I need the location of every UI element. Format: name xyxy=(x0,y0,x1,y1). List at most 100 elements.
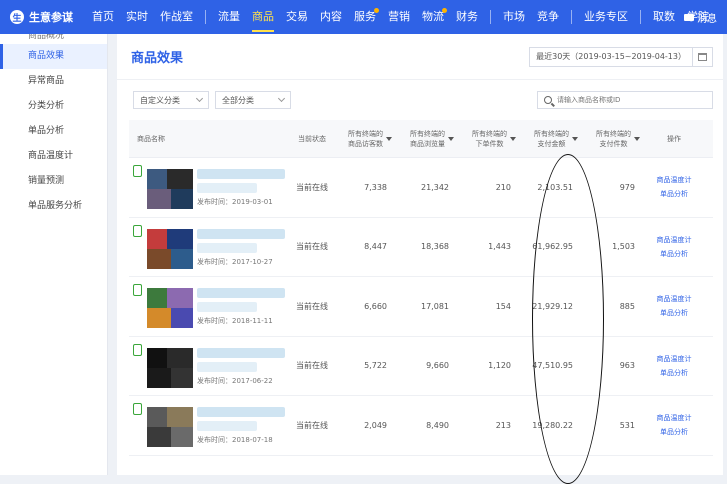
date-range-picker[interactable]: 最近30天（2019-03-15~2019-04-13） xyxy=(529,46,713,67)
sidebar-item[interactable]: 分类分析 xyxy=(0,94,107,119)
thumb-block xyxy=(147,367,171,388)
nav-item[interactable]: 实时 xyxy=(120,0,154,34)
col-paid-items[interactable]: 所有终端的 支付件数 xyxy=(587,129,649,149)
nav-item[interactable]: 首页 xyxy=(86,0,120,34)
payment-cell: 19,280.22 xyxy=(532,420,573,430)
thumb-block xyxy=(147,427,171,448)
blurred-product-title[interactable] xyxy=(197,407,285,418)
col-paid-items-line2: 支付件数 xyxy=(599,139,628,148)
nav-item[interactable]: 竞争 xyxy=(531,0,565,34)
sidebar-item[interactable]: 异常商品 xyxy=(0,69,107,94)
visitors-cell: 6,660 xyxy=(364,301,387,311)
thumb-block xyxy=(167,228,193,249)
nav-separator xyxy=(205,10,206,24)
product-thumbnail[interactable] xyxy=(147,407,193,448)
single-product-analysis-link[interactable]: 单品分析 xyxy=(660,425,688,439)
product-thermometer-link[interactable]: 商品温度计 xyxy=(657,292,692,306)
all-category-label: 全部分类 xyxy=(222,95,254,105)
col-orders-line2: 下单件数 xyxy=(475,139,504,148)
sort-icon xyxy=(510,136,516,141)
col-payment-line1: 所有终端的 xyxy=(534,129,569,138)
blurred-product-title[interactable] xyxy=(197,169,285,180)
thumb-block xyxy=(167,347,193,368)
chevron-down-icon xyxy=(195,94,204,103)
sidebar-item[interactable]: 销量预测 xyxy=(0,169,107,194)
single-product-analysis-link[interactable]: 单品分析 xyxy=(660,187,688,201)
blurred-product-title[interactable] xyxy=(197,288,285,299)
nav-item[interactable]: 营销 xyxy=(382,0,416,34)
sidebar-item[interactable]: 单品服务分析 xyxy=(0,194,107,219)
single-product-analysis-link[interactable]: 单品分析 xyxy=(660,306,688,320)
main-nav: 首页 实时 作战室 流量 商品 交易 内容 服务 营销 物流 财务 市场 竞争 业务专区 取数 学院 xyxy=(86,0,715,34)
product-thermometer-link[interactable]: 商品温度计 xyxy=(657,352,692,366)
single-product-analysis-link[interactable]: 单品分析 xyxy=(660,247,688,261)
paid-items-cell: 1,503 xyxy=(612,242,635,252)
product-cell: 发布时间：2017-10-27 xyxy=(129,218,285,277)
col-operation: 操作 xyxy=(667,134,681,143)
product-search[interactable] xyxy=(537,91,713,109)
nav-item[interactable]: 业务专区 xyxy=(578,0,634,34)
notification-dot xyxy=(374,8,379,13)
sidebar-item[interactable]: 商品效果 xyxy=(0,44,107,69)
notification-dot xyxy=(442,8,447,13)
thumb-block xyxy=(147,228,167,249)
nav-item[interactable]: 取数 xyxy=(647,0,681,34)
blurred-product-subtitle xyxy=(197,361,257,372)
sidebar-item[interactable]: 商品概况 xyxy=(0,34,107,44)
filter-bar: 自定义分类 全部分类 xyxy=(117,80,723,120)
nav-item[interactable]: 商品 xyxy=(246,0,280,34)
thumb-block xyxy=(171,189,193,210)
mobile-icon xyxy=(133,403,142,415)
col-visitors[interactable]: 所有终端的 商品访客数 xyxy=(339,129,401,149)
col-status: 当前状态 xyxy=(298,134,326,143)
nav-item[interactable]: 市场 xyxy=(497,0,531,34)
sort-icon xyxy=(634,136,640,141)
col-orders[interactable]: 所有终端的 下单件数 xyxy=(463,129,525,149)
product-cell: 发布时间：2018-07-18 xyxy=(129,396,285,455)
mobile-icon xyxy=(133,284,142,296)
col-orders-line1: 所有终端的 xyxy=(472,129,507,138)
product-info: 发布时间：2018-11-11 xyxy=(197,286,285,326)
product-thumbnail[interactable] xyxy=(147,169,193,210)
mobile-icon xyxy=(133,165,142,177)
product-thumbnail[interactable] xyxy=(147,288,193,329)
orders-cell: 1,443 xyxy=(488,242,511,252)
nav-item[interactable]: 物流 xyxy=(416,0,450,34)
thumb-block xyxy=(171,308,193,329)
col-views[interactable]: 所有终端的 商品浏览量 xyxy=(401,129,463,149)
product-thermometer-link[interactable]: 商品温度计 xyxy=(657,233,692,247)
col-payment[interactable]: 所有终端的 支付金额 xyxy=(525,129,587,149)
custom-category-select[interactable]: 自定义分类 xyxy=(133,91,209,109)
nav-item[interactable]: 流量 xyxy=(212,0,246,34)
publish-date: 发布时间：2019-03-01 xyxy=(197,198,273,207)
thumb-block xyxy=(147,308,171,329)
envelope-icon xyxy=(684,13,694,21)
product-thumbnail[interactable] xyxy=(147,228,193,269)
visitors-cell: 2,049 xyxy=(364,420,387,430)
product-cell: 发布时间：2019-03-01 xyxy=(129,158,285,217)
orders-cell: 213 xyxy=(495,420,511,430)
blurred-product-subtitle xyxy=(197,421,257,432)
nav-item[interactable]: 财务 xyxy=(450,0,484,34)
calendar-button[interactable] xyxy=(693,46,713,67)
sidebar-item[interactable]: 商品温度计 xyxy=(0,144,107,169)
blurred-product-title[interactable] xyxy=(197,347,285,358)
nav-item[interactable]: 作战室 xyxy=(154,0,199,34)
date-range-field[interactable]: 最近30天（2019-03-15~2019-04-13） xyxy=(529,46,693,67)
app-logo[interactable]: 生 生意参谋 xyxy=(0,9,86,25)
product-thermometer-link[interactable]: 商品温度计 xyxy=(657,173,692,187)
sidebar-item[interactable]: 单品分析 xyxy=(0,119,107,144)
single-product-analysis-link[interactable]: 单品分析 xyxy=(660,366,688,380)
nav-item[interactable]: 服务 xyxy=(348,0,382,34)
search-input[interactable] xyxy=(556,96,706,104)
col-views-line2: 商品浏览量 xyxy=(410,139,445,148)
product-info: 发布时间：2018-07-18 xyxy=(197,405,285,445)
message-button[interactable]: 消息 xyxy=(684,0,717,34)
all-category-select[interactable]: 全部分类 xyxy=(215,91,291,109)
nav-item[interactable]: 内容 xyxy=(314,0,348,34)
blurred-product-title[interactable] xyxy=(197,228,285,239)
product-thermometer-link[interactable]: 商品温度计 xyxy=(657,411,692,425)
nav-item[interactable]: 交易 xyxy=(280,0,314,34)
col-paid-items-line1: 所有终端的 xyxy=(596,129,631,138)
product-thumbnail[interactable] xyxy=(147,347,193,388)
